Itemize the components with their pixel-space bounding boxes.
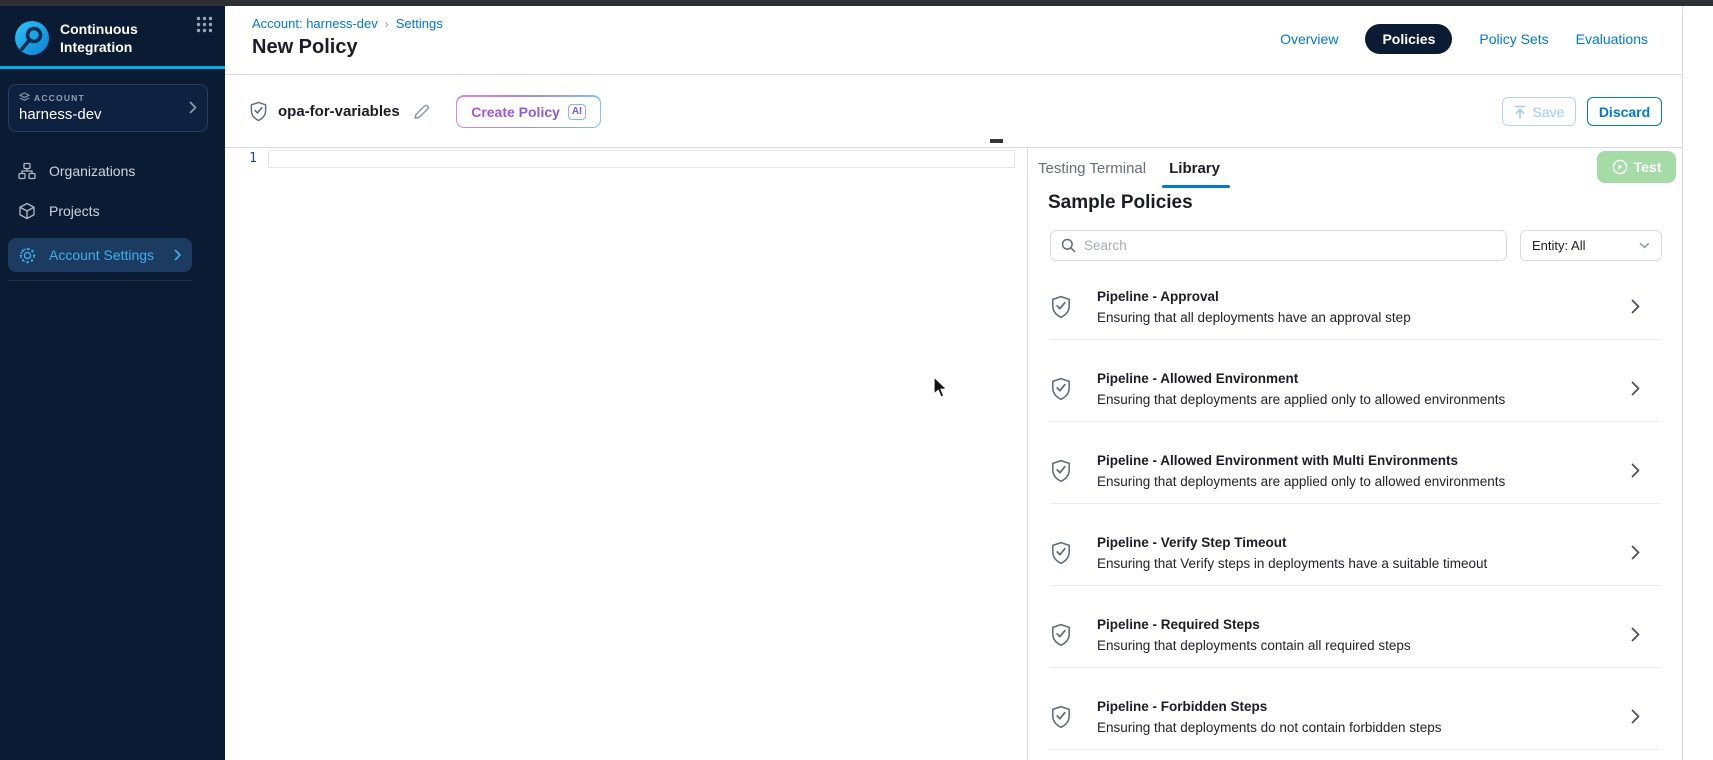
test-button[interactable]: Test [1597, 151, 1676, 183]
policy-title: Pipeline - Required Steps [1097, 617, 1631, 632]
layers-icon [19, 92, 30, 103]
create-policy-button[interactable]: Create Policy AI [456, 95, 602, 128]
policy-toolbar: opa-for-variables Create Policy AI [225, 75, 1682, 148]
page-scroll-gutter[interactable] [1682, 6, 1713, 760]
sidebar: Continuous Integration ACCOUNT harness-d… [0, 6, 225, 760]
library-panel: Testing Terminal Library Test Sample Pol… [1028, 148, 1682, 760]
create-policy-label: Create Policy [471, 104, 560, 120]
panel-tabs: Testing Terminal Library [1038, 148, 1220, 188]
tab-policy-sets[interactable]: Policy Sets [1479, 31, 1548, 47]
sidebar-item-label: Account Settings [49, 247, 154, 263]
policy-code-editor[interactable]: 1 [225, 148, 1027, 760]
chevron-right-icon [1631, 627, 1640, 642]
policy-description: Ensuring that deployments are applied on… [1097, 474, 1631, 489]
policy-list-item[interactable]: Pipeline - Forbidden Steps Ensuring that… [1050, 668, 1660, 750]
breadcrumb: Account: harness-dev › Settings [252, 16, 443, 31]
account-selector[interactable]: ACCOUNT harness-dev [8, 84, 208, 132]
tab-testing-terminal[interactable]: Testing Terminal [1038, 160, 1146, 177]
policy-title: Pipeline - Forbidden Steps [1097, 699, 1631, 714]
search-box [1050, 230, 1507, 261]
shield-check-icon [1050, 377, 1072, 401]
chevron-right-icon [174, 249, 182, 261]
test-label: Test [1634, 159, 1662, 175]
entity-filter-select[interactable]: Entity: All [1520, 230, 1662, 261]
policy-description: Ensuring that deployments do not contain… [1097, 720, 1631, 735]
tab-evaluations[interactable]: Evaluations [1576, 31, 1648, 47]
discard-label: Discard [1599, 104, 1650, 120]
sidebar-divider [8, 280, 192, 281]
search-icon [1061, 238, 1076, 253]
chevron-right-icon [1631, 381, 1640, 396]
policy-description: Ensuring that deployments are applied on… [1097, 392, 1631, 407]
app-window: Continuous Integration ACCOUNT harness-d… [0, 0, 1713, 760]
ai-badge: AI [568, 104, 586, 120]
sidebar-accent-divider [0, 66, 225, 69]
entity-filter-value: Entity: All [1532, 238, 1585, 253]
tab-library[interactable]: Library [1169, 160, 1220, 177]
sample-policies-heading: Sample Policies [1048, 192, 1193, 214]
policy-description: Ensuring that all deployments have an ap… [1097, 310, 1631, 325]
policy-description: Ensuring that deployments contain all re… [1097, 638, 1631, 653]
page-header: Account: harness-dev › Settings New Poli… [225, 6, 1682, 75]
sample-policy-list: Pipeline - Approval Ensuring that all de… [1050, 258, 1660, 750]
shield-check-icon [1050, 459, 1072, 483]
breadcrumb-separator: › [385, 17, 389, 31]
sidebar-item-label: Projects [49, 203, 100, 219]
chevron-right-icon [189, 101, 197, 114]
policy-title: Pipeline - Allowed Environment [1097, 371, 1631, 386]
policy-title: Pipeline - Approval [1097, 289, 1631, 304]
chevron-right-icon [1631, 463, 1640, 478]
sidebar-item-organizations[interactable]: Organizations [0, 151, 225, 191]
policy-list-item[interactable]: Pipeline - Allowed Environment with Mult… [1050, 422, 1660, 504]
chevron-right-icon [1631, 299, 1640, 314]
policy-name: opa-for-variables [278, 103, 400, 120]
discard-button[interactable]: Discard [1587, 97, 1662, 126]
breadcrumb-settings-link[interactable]: Settings [396, 16, 443, 31]
editor-current-line[interactable] [268, 150, 1015, 168]
policy-list-item[interactable]: Pipeline - Allowed Environment Ensuring … [1050, 340, 1660, 422]
product-header: Continuous Integration [14, 20, 212, 56]
policy-title: Pipeline - Allowed Environment with Mult… [1097, 453, 1631, 468]
shield-check-icon [1050, 541, 1072, 565]
account-name: harness-dev [19, 106, 197, 123]
edit-name-pencil-icon[interactable] [412, 103, 430, 121]
play-circle-icon [1612, 159, 1628, 175]
policy-title: Pipeline - Verify Step Timeout [1097, 535, 1631, 550]
sidebar-item-label: Organizations [49, 163, 135, 179]
search-input[interactable] [1084, 238, 1496, 253]
editor-line-number: 1 [239, 151, 257, 166]
gear-icon [17, 245, 37, 265]
save-label: Save [1533, 104, 1565, 120]
chevron-down-icon [1639, 242, 1650, 249]
module-grid-icon[interactable] [196, 16, 213, 33]
chevron-right-icon [1631, 709, 1640, 724]
product-name: Continuous Integration [60, 20, 138, 56]
harness-ci-logo-icon [14, 20, 50, 56]
policy-list-item[interactable]: Pipeline - Required Steps Ensuring that … [1050, 586, 1660, 668]
sidebar-item-projects[interactable]: Projects [0, 191, 225, 231]
save-button[interactable]: Save [1502, 97, 1576, 126]
tab-active-underline [1162, 185, 1230, 188]
page-title: New Policy [252, 36, 358, 59]
org-chart-icon [17, 161, 37, 181]
policy-list-item[interactable]: Pipeline - Approval Ensuring that all de… [1050, 258, 1660, 340]
policy-list-item[interactable]: Pipeline - Verify Step Timeout Ensuring … [1050, 504, 1660, 586]
account-label: ACCOUNT [34, 93, 85, 103]
upload-icon [1514, 105, 1526, 119]
breadcrumb-account-link[interactable]: Account: harness-dev [252, 16, 378, 31]
policy-nav-tabs: Overview Policies Policy Sets Evaluation… [1280, 24, 1648, 54]
chevron-right-icon [1631, 545, 1640, 560]
sidebar-item-account-settings[interactable]: Account Settings [8, 238, 192, 272]
shield-check-icon [1050, 705, 1072, 729]
shield-check-icon [249, 101, 268, 122]
editor-overview-marker [990, 139, 1003, 143]
cube-icon [17, 201, 37, 221]
tab-policies[interactable]: Policies [1365, 24, 1452, 54]
shield-check-icon [1050, 623, 1072, 647]
policy-description: Ensuring that Verify steps in deployment… [1097, 556, 1631, 571]
tab-overview[interactable]: Overview [1280, 31, 1338, 47]
shield-check-icon [1050, 295, 1072, 319]
